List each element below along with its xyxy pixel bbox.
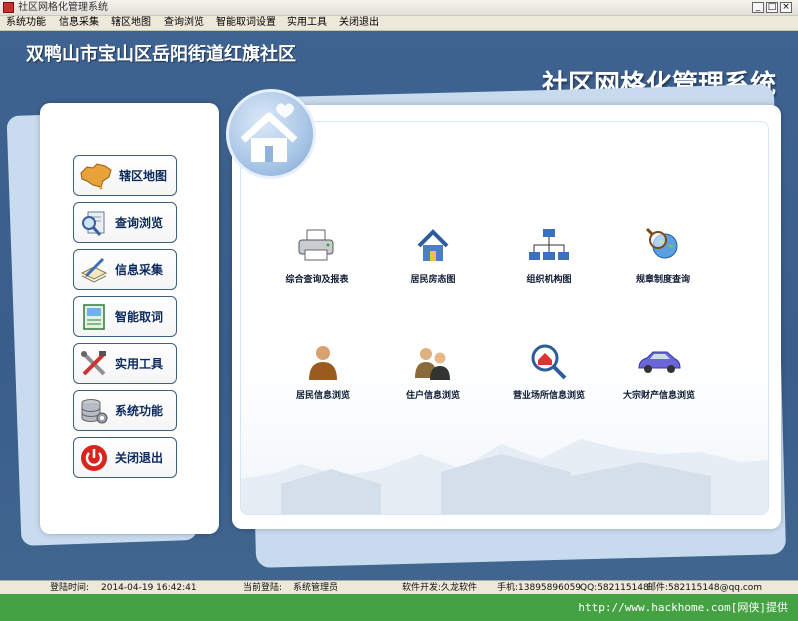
func-org-chart[interactable]: 组织机构图 (489, 226, 609, 285)
search-house-icon (527, 342, 571, 382)
status-bar: 登陆时间: 2014-04-19 16:42:41 当前登陆: 系统管理员 软件… (0, 580, 798, 594)
func-label: 营业场所信息浏览 (512, 391, 585, 401)
func-label: 居民房态图 (410, 275, 456, 285)
scan-document-icon (79, 302, 109, 332)
current-user: 系统管理员 (293, 583, 339, 593)
qq-info: QQ:582115148 (580, 583, 649, 593)
maximize-button[interactable]: □ (766, 2, 778, 13)
printer-icon (295, 226, 339, 266)
database-gear-icon (79, 396, 109, 426)
nav-label: 智能取词 (115, 310, 164, 324)
tools-icon (79, 349, 109, 379)
nav-button-word[interactable]: 智能取词 (73, 296, 177, 337)
func-label: 大宗财产信息浏览 (622, 391, 695, 401)
minimize-button[interactable]: _ (752, 2, 764, 13)
login-time: 2014-04-19 16:42:41 (101, 583, 197, 593)
email-info: 邮件:582115148@qq.com (647, 583, 763, 593)
nav-button-query[interactable]: 查询浏览 (73, 202, 177, 243)
pen-paper-icon (79, 255, 109, 285)
window-title: 社区网格化管理系统 (18, 2, 108, 13)
func-label: 规章制度查询 (635, 275, 690, 285)
community-logo (226, 89, 316, 179)
menu-collect[interactable]: 信息采集 (59, 17, 99, 29)
func-label: 组织机构图 (526, 275, 572, 285)
function-grid: 综合查询及报表 居民房态图 组织机构图 规章制度查询 居民信息浏览 住户信息浏览… (240, 121, 769, 515)
nav-button-tools[interactable]: 实用工具 (73, 343, 177, 384)
menu-query[interactable]: 查询浏览 (164, 17, 204, 29)
nav-label: 系统功能 (115, 404, 164, 418)
func-business-info[interactable]: 营业场所信息浏览 (489, 342, 609, 401)
login-time-label: 登陆时间: (50, 583, 90, 593)
app-icon (3, 2, 14, 13)
function-panel: 综合查询及报表 居民房态图 组织机构图 规章制度查询 居民信息浏览 住户信息浏览… (232, 105, 781, 529)
close-button[interactable]: × (780, 2, 792, 13)
nav-button-system[interactable]: 系统功能 (73, 390, 177, 431)
func-household-info[interactable]: 住户信息浏览 (373, 342, 493, 401)
family-icon (411, 342, 455, 382)
func-label: 居民信息浏览 (295, 391, 350, 401)
menu-bar: 系统功能 信息采集 辖区地图 查询浏览 智能取词设置 实用工具 关闭退出 (0, 16, 798, 31)
org-chart-icon (527, 226, 571, 266)
nav-label: 查询浏览 (115, 216, 164, 230)
func-label: 住户信息浏览 (405, 391, 460, 401)
nav-button-collect[interactable]: 信息采集 (73, 249, 177, 290)
app-window: 社区网格化管理系统 _ □ × 系统功能 信息采集 辖区地图 查询浏览 智能取词… (0, 0, 798, 621)
district-name: 双鸭山市宝山区岳阳街道红旗社区 (26, 44, 296, 65)
func-resident-info[interactable]: 居民信息浏览 (263, 342, 383, 401)
nav-button-map[interactable]: 辖区地图 (73, 155, 177, 196)
menu-map[interactable]: 辖区地图 (111, 17, 151, 29)
nav-label: 辖区地图 (119, 169, 168, 183)
main-area: 双鸭山市宝山区岳阳街道红旗社区 社区网格化管理系统 辖区地图 查询浏览 信息采集… (0, 31, 798, 580)
menu-exit[interactable]: 关闭退出 (339, 17, 379, 29)
nav-label: 实用工具 (115, 357, 164, 371)
person-icon (301, 342, 345, 382)
car-icon (637, 342, 681, 382)
watermark-bar: http://www.hackhome.com[网侠]提供 (0, 594, 798, 621)
nav-button-exit[interactable]: 关闭退出 (73, 437, 177, 478)
magnifier-globe-icon (641, 226, 685, 266)
phone-info: 手机:13895896059 (497, 583, 582, 593)
func-regulations[interactable]: 规章制度查询 (603, 226, 723, 285)
menu-tools[interactable]: 实用工具 (287, 17, 327, 29)
power-icon (79, 443, 109, 473)
nav-panel: 辖区地图 查询浏览 信息采集 智能取词 实用工具 系统功能 关闭退出 (40, 103, 219, 534)
func-report[interactable]: 综合查询及报表 (257, 226, 377, 285)
china-map-icon (79, 161, 112, 191)
nav-label: 关闭退出 (115, 451, 164, 465)
watermark-url: http://www.hackhome.com[网侠]提供 (578, 601, 788, 614)
building-silhouette (241, 439, 768, 514)
menu-system[interactable]: 系统功能 (6, 17, 46, 29)
magnifier-document-icon (79, 208, 109, 238)
nav-label: 信息采集 (115, 263, 164, 277)
developer-info: 软件开发:久龙软件 (402, 583, 478, 593)
current-user-label: 当前登陆: (243, 583, 283, 593)
house-icon (411, 226, 455, 266)
title-bar: 社区网格化管理系统 _ □ × (0, 0, 798, 16)
func-house-map[interactable]: 居民房态图 (373, 226, 493, 285)
func-label: 综合查询及报表 (285, 275, 349, 285)
menu-word-settings[interactable]: 智能取词设置 (216, 17, 276, 29)
func-property-info[interactable]: 大宗财产信息浏览 (599, 342, 719, 401)
